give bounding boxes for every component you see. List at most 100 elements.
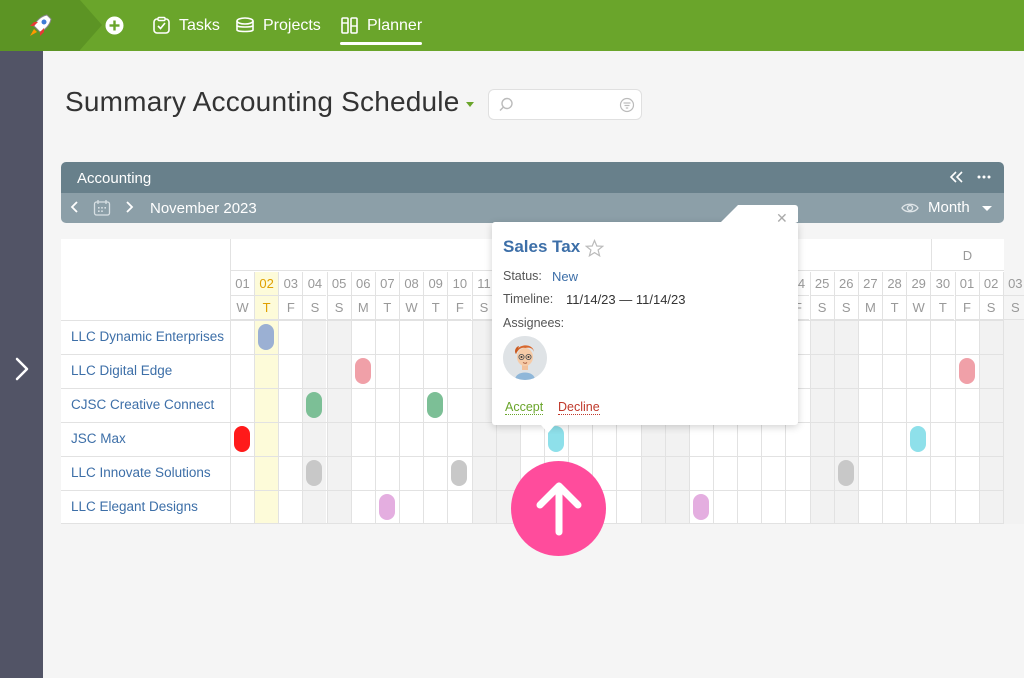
popup-notch-fill <box>738 205 798 222</box>
row-label[interactable]: CJSC Creative Connect <box>71 388 214 422</box>
weekday-letter: S <box>326 296 351 320</box>
task-pill[interactable] <box>306 460 323 486</box>
weekday-letter: S <box>302 296 327 320</box>
day-number: 30 <box>930 272 955 296</box>
cartoon-avatar-image <box>503 336 547 380</box>
planner-date-navigation: November 2023 Month <box>61 193 1004 223</box>
nav-planner-label: Planner <box>367 16 423 34</box>
calendar-icon[interactable] <box>92 198 112 218</box>
timeline-label: Timeline: <box>503 292 554 306</box>
filter-icon[interactable] <box>619 97 635 113</box>
weekday-letter: W <box>906 296 931 320</box>
nav-tasks-label: Tasks <box>179 16 220 34</box>
timeline-value: 11/14/23 — 11/14/23 <box>566 292 686 307</box>
day-column <box>1002 320 1024 524</box>
day-number: 06 <box>350 272 375 296</box>
app-logo[interactable] <box>0 0 80 51</box>
row-label[interactable]: JSC Max <box>71 422 126 456</box>
task-pill[interactable] <box>234 426 250 452</box>
day-number: 02 <box>254 272 279 296</box>
day-number: 09 <box>423 272 448 296</box>
weekday-letter: T <box>423 296 448 320</box>
weekday-letter: W <box>230 296 254 320</box>
popup-tail <box>541 425 555 433</box>
planner-panel-header: Accounting <box>61 162 1004 193</box>
decline-button[interactable]: Decline <box>558 400 600 415</box>
panel-title: Accounting <box>77 170 152 187</box>
assignees-label: Assignees: <box>503 316 565 330</box>
row-label[interactable]: LLC Digital Edge <box>71 354 172 388</box>
search-icon <box>499 97 513 111</box>
task-pill[interactable] <box>837 460 854 486</box>
nav-projects[interactable]: Projects <box>235 0 321 51</box>
view-mode-select[interactable]: Month <box>928 199 970 216</box>
accept-button[interactable]: Accept <box>505 400 544 415</box>
day-number: 03 <box>278 272 303 296</box>
collapsed-sidebar <box>0 51 43 678</box>
status-value[interactable]: New <box>552 269 578 284</box>
weekday-letter: S <box>833 296 858 320</box>
task-pill[interactable] <box>378 494 395 520</box>
weekday-letter: T <box>930 296 955 320</box>
day-number: 01 <box>230 272 254 296</box>
view-eye-icon[interactable] <box>901 201 919 215</box>
day-number: 27 <box>857 272 882 296</box>
weekday-letter: F <box>954 296 979 320</box>
nav-projects-label: Projects <box>263 16 321 34</box>
day-number: 28 <box>882 272 907 296</box>
weekday-letter: F <box>278 296 303 320</box>
day-number: 02 <box>978 272 1003 296</box>
row-label[interactable]: LLC Innovate Solutions <box>71 456 211 490</box>
top-navigation-bar: Tasks Projects Planner <box>0 0 1024 51</box>
day-number: 29 <box>906 272 931 296</box>
task-popup: ✕ Sales Tax Status: New Timeline: 11/14/… <box>492 205 798 433</box>
weekday-letter: T <box>882 296 907 320</box>
title-dropdown-caret-icon[interactable] <box>466 102 474 107</box>
day-number: 10 <box>447 272 472 296</box>
avatar[interactable] <box>503 336 547 380</box>
task-pill[interactable] <box>910 426 927 452</box>
next-month-icon[interactable] <box>124 200 134 214</box>
weekday-letter: S <box>978 296 1003 320</box>
logo-divider <box>80 0 102 50</box>
tasks-icon <box>153 16 170 34</box>
add-icon[interactable] <box>105 16 124 35</box>
collapse-icon[interactable] <box>949 170 965 184</box>
day-number: 08 <box>399 272 424 296</box>
weekday-letter: W <box>399 296 424 320</box>
star-icon[interactable] <box>585 239 604 258</box>
status-label: Status: <box>503 269 542 283</box>
day-number: 07 <box>374 272 399 296</box>
task-title[interactable]: Sales Tax <box>503 237 580 257</box>
search-input[interactable] <box>488 89 642 120</box>
projects-icon <box>236 17 254 33</box>
task-pill[interactable] <box>451 460 468 486</box>
current-month-label: November 2023 <box>150 200 257 217</box>
close-icon[interactable]: ✕ <box>776 210 788 227</box>
weekday-letter: T <box>374 296 399 320</box>
day-number: 05 <box>326 272 351 296</box>
arrow-up-icon <box>536 482 581 535</box>
row-label[interactable]: LLC Elegant Designs <box>71 490 198 524</box>
active-tab-indicator <box>340 42 422 45</box>
weekday-letter: M <box>350 296 375 320</box>
task-pill[interactable] <box>958 358 975 384</box>
weekday-letter: M <box>857 296 882 320</box>
view-mode-caret-icon[interactable] <box>982 206 992 211</box>
weekday-letter: F <box>447 296 472 320</box>
scroll-up-button[interactable] <box>511 461 606 556</box>
day-number: 25 <box>809 272 834 296</box>
nav-tasks[interactable]: Tasks <box>152 0 220 51</box>
weekday-letter: S <box>809 296 834 320</box>
task-pill[interactable] <box>692 494 709 520</box>
expand-sidebar-icon[interactable] <box>12 355 32 383</box>
planner-icon <box>341 17 358 34</box>
task-pill[interactable] <box>306 392 323 418</box>
task-pill[interactable] <box>258 324 275 350</box>
more-icon[interactable] <box>976 170 992 184</box>
row-label[interactable]: LLC Dynamic Enterprises <box>71 320 224 354</box>
day-number: 01 <box>954 272 979 296</box>
task-pill[interactable] <box>354 358 371 384</box>
previous-month-icon[interactable] <box>70 200 80 214</box>
task-pill[interactable] <box>427 392 444 418</box>
